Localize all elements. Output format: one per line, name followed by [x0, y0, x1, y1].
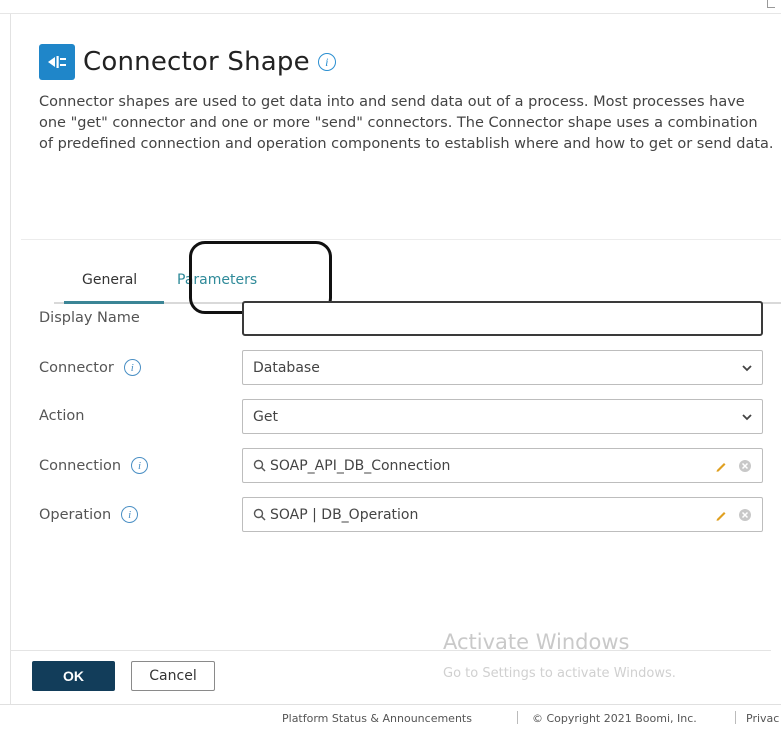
action-label: Action: [39, 408, 85, 424]
operation-info-icon[interactable]: i: [121, 506, 139, 523]
privacy-link[interactable]: Privac: [746, 712, 779, 725]
copyright-text: © Copyright 2021 Boomi, Inc.: [532, 712, 697, 725]
connection-row: Connection i SOAP_API_DB_Connection: [39, 448, 774, 484]
dialog-description: Connector shapes are used to get data in…: [39, 94, 774, 152]
header-divider: [21, 239, 781, 240]
activate-windows-title: Activate Windows: [443, 630, 630, 654]
window-corner: [767, 0, 775, 8]
edit-pencil-icon[interactable]: [714, 459, 728, 473]
operation-value: SOAP | DB_Operation: [270, 506, 419, 523]
footer-divider-2: [735, 711, 736, 724]
display-name-field[interactable]: [242, 301, 763, 336]
display-name-input[interactable]: [254, 303, 761, 334]
tab-general[interactable]: General: [82, 272, 137, 288]
cancel-button[interactable]: Cancel: [131, 661, 215, 691]
connector-info-icon[interactable]: i: [123, 359, 141, 376]
action-row: Action Get: [39, 399, 774, 435]
connection-info-icon[interactable]: i: [131, 457, 149, 474]
connection-picker[interactable]: SOAP_API_DB_Connection: [242, 448, 763, 483]
action-value: Get: [253, 408, 278, 425]
display-name-label: Display Name: [39, 310, 140, 326]
display-name-row: Display Name: [39, 301, 774, 337]
platform-status-link[interactable]: Platform Status & Announcements: [282, 712, 472, 725]
search-icon: [253, 459, 266, 472]
connector-row: Connector i Database: [39, 350, 774, 386]
dialog-title: Connector Shape: [83, 47, 310, 77]
edit-pencil-icon[interactable]: [714, 508, 728, 522]
connection-label: Connection i: [39, 457, 149, 474]
operation-label: Operation i: [39, 506, 139, 523]
bottom-bar: Platform Status & Announcements © Copyri…: [0, 704, 781, 729]
connection-value: SOAP_API_DB_Connection: [270, 457, 451, 474]
action-select[interactable]: Get: [242, 399, 763, 434]
connector-shape-icon: [39, 44, 75, 80]
ok-button[interactable]: OK: [32, 661, 115, 691]
footer-divider-1: [517, 711, 518, 724]
footer-divider: [10, 650, 771, 651]
connector-select[interactable]: Database: [242, 350, 763, 385]
search-icon: [253, 508, 266, 521]
operation-row: Operation i SOAP | DB_Operation: [39, 497, 774, 533]
info-icon[interactable]: i: [317, 53, 336, 71]
operation-picker[interactable]: SOAP | DB_Operation: [242, 497, 763, 532]
tab-bar: General Parameters: [54, 241, 781, 314]
chevron-down-icon: [742, 365, 752, 372]
connector-label: Connector i: [39, 359, 141, 376]
activate-windows-subtitle: Go to Settings to activate Windows.: [443, 666, 676, 681]
connector-shape-dialog: Connector Shape i Connector shapes are u…: [10, 14, 781, 704]
tab-parameters[interactable]: Parameters: [177, 272, 257, 288]
clear-icon[interactable]: [738, 459, 752, 473]
chevron-down-icon: [742, 414, 752, 421]
top-bar: [0, 0, 781, 14]
dialog-header: Connector Shape i: [39, 42, 336, 82]
connector-value: Database: [253, 359, 320, 376]
clear-icon[interactable]: [738, 508, 752, 522]
